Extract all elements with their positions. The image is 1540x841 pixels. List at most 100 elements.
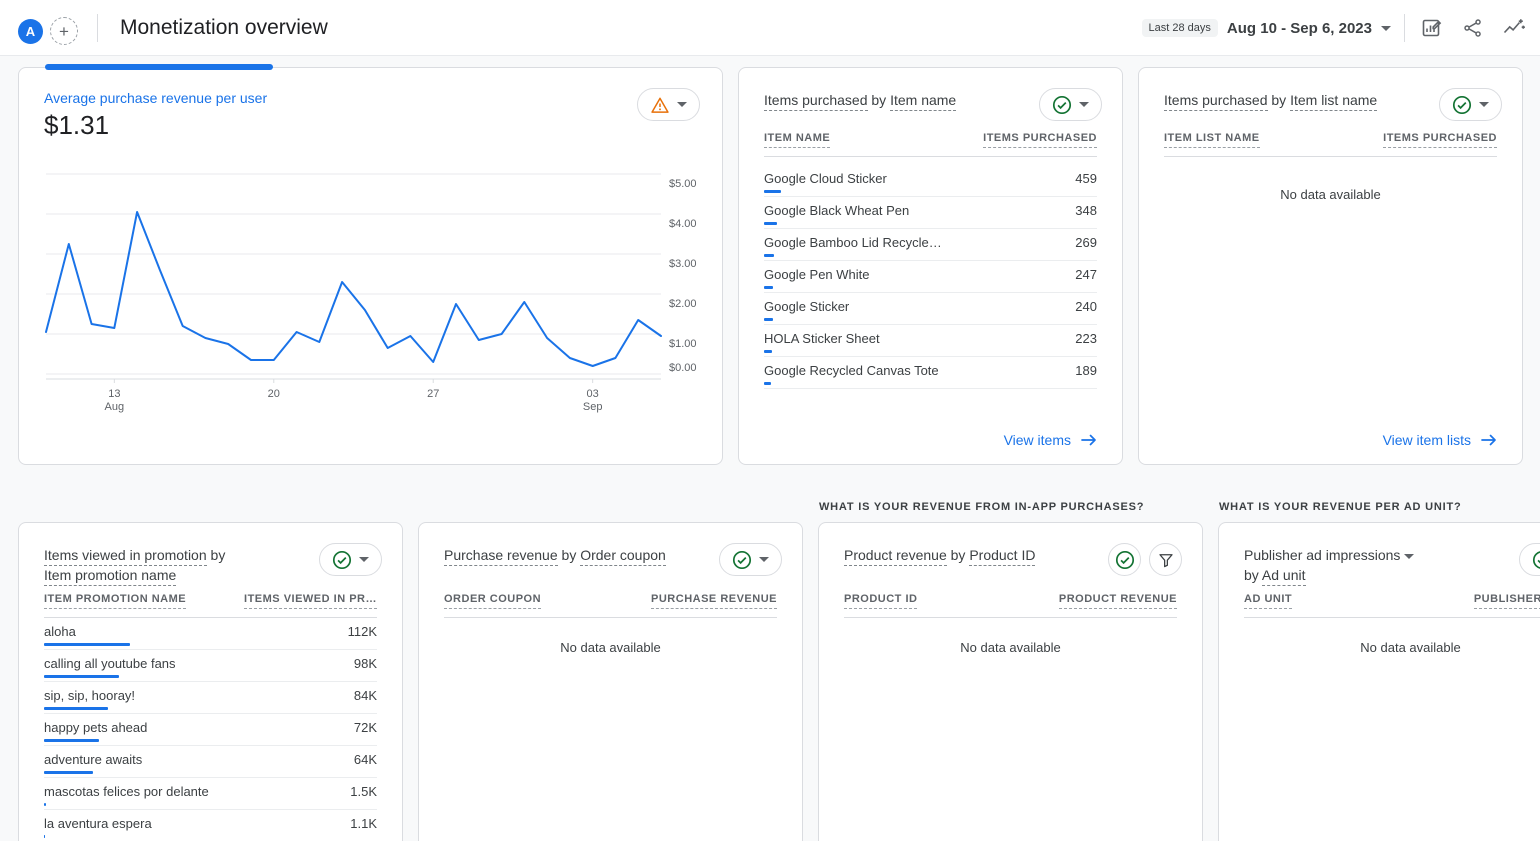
card-title: Items purchased by Item name <box>764 88 956 110</box>
row-name: Google Black Wheat Pen <box>764 203 909 218</box>
no-data-issues-button[interactable] <box>1108 543 1141 576</box>
no-data-issues-button[interactable] <box>1519 543 1540 576</box>
card-title-part[interactable]: Items viewed in promotion <box>44 547 207 566</box>
ok-check-icon <box>1115 550 1135 570</box>
column-header[interactable]: ORDER COUPON <box>444 593 541 609</box>
row-value: 64K <box>354 752 377 767</box>
row-value: 223 <box>1075 331 1097 346</box>
no-data-issues-button[interactable] <box>319 543 382 576</box>
column-header[interactable]: ITEMS PURCHASED <box>983 132 1097 148</box>
chevron-down-icon <box>1404 554 1414 559</box>
row-bar <box>764 350 772 353</box>
row-name: Google Recycled Canvas Tote <box>764 363 939 378</box>
warning-icon <box>650 95 670 115</box>
card-title-part[interactable]: Product revenue <box>844 547 947 566</box>
insights-button[interactable] <box>1500 14 1528 42</box>
no-data-message: No data available <box>444 640 777 655</box>
ok-check-icon <box>1532 550 1540 570</box>
card-title-part[interactable]: Items purchased <box>1164 92 1268 111</box>
view-link-label: View item lists <box>1383 432 1471 448</box>
insights-icon <box>1502 16 1526 40</box>
view-link[interactable]: View items <box>1004 432 1097 448</box>
column-header[interactable]: PRODUCT ID <box>844 593 917 609</box>
column-header[interactable]: ITEMS VIEWED IN PR… <box>244 593 377 609</box>
metric-link[interactable]: Average purchase revenue per user <box>44 90 267 106</box>
card-title-part[interactable]: Item promotion name <box>44 567 176 586</box>
table-header: ITEM LIST NAME ITEMS PURCHASED <box>1164 132 1497 157</box>
row-value: 247 <box>1075 267 1097 282</box>
no-data-issues-button[interactable] <box>719 543 782 576</box>
table-header: AD UNIT PUBLISHER AD … <box>1244 593 1540 618</box>
no-data-issues-button[interactable] <box>1039 88 1102 121</box>
row-name: adventure awaits <box>44 752 142 767</box>
table-row: calling all youtube fans98K <box>44 650 377 682</box>
card-title-part: by <box>1244 567 1262 583</box>
customize-report-button[interactable] <box>1418 14 1446 42</box>
chevron-down-icon <box>1079 102 1089 107</box>
row-name: la aventura espera <box>44 816 152 831</box>
row-bar <box>764 254 774 257</box>
card-title: Purchase revenue by Order coupon <box>444 543 666 565</box>
add-comparison-button[interactable]: + <box>50 17 78 45</box>
divider <box>1404 14 1405 42</box>
column-header[interactable]: ITEM NAME <box>764 132 830 148</box>
row-value: 269 <box>1075 235 1097 250</box>
no-data-message: No data available <box>1164 187 1497 202</box>
chevron-down-icon <box>1381 26 1391 31</box>
card-title-part[interactable]: Product ID <box>969 547 1035 566</box>
table-row: Google Pen White247 <box>764 261 1097 293</box>
items-purchased-by-item-list-name-card: Items purchased by Item list nameITEM LI… <box>1138 67 1523 465</box>
table-row: la aventura espera 1.1K <box>44 810 377 841</box>
svg-text:$4.00: $4.00 <box>669 218 697 230</box>
card-title-part[interactable]: Item list name <box>1290 92 1377 111</box>
column-header[interactable]: AD UNIT <box>1244 593 1292 609</box>
table-row: Google Sticker240 <box>764 293 1097 325</box>
column-header[interactable]: ITEM PROMOTION NAME <box>44 593 186 609</box>
share-report-button[interactable] <box>1459 14 1487 42</box>
card-title-part[interactable]: Order coupon <box>580 547 666 566</box>
column-header[interactable]: PURCHASE REVENUE <box>651 593 777 609</box>
column-header[interactable]: PUBLISHER AD … <box>1474 593 1540 609</box>
column-header[interactable]: ITEM LIST NAME <box>1164 132 1260 148</box>
data-quality-warning-button[interactable] <box>637 88 700 121</box>
table-row: HOLA Sticker Sheet 223 <box>764 325 1097 357</box>
filter-icon <box>1157 551 1175 569</box>
column-header[interactable]: PRODUCT REVENUE <box>1059 593 1177 609</box>
row-value: 459 <box>1075 171 1097 186</box>
row-value: 1.1K <box>350 816 377 831</box>
share-icon <box>1462 17 1484 39</box>
row-name: aloha <box>44 624 76 639</box>
row-name: mascotas felices por delante <box>44 784 209 799</box>
no-data-issues-button[interactable] <box>1439 88 1502 121</box>
card-title-part[interactable]: Items purchased <box>764 92 868 111</box>
chevron-down-icon <box>359 557 369 562</box>
ok-check-icon <box>1452 95 1472 115</box>
metric-selector-caret[interactable] <box>1404 546 1414 562</box>
customize-report-icon <box>1420 16 1444 40</box>
table-row: Google Bamboo Lid Recycle…269 <box>764 229 1097 261</box>
line-chart[interactable]: $0.00$1.00$2.00$3.00$4.00$5.0013Aug20270… <box>19 160 724 460</box>
filter-button[interactable] <box>1149 543 1182 576</box>
row-bar <box>44 835 45 838</box>
no-data-message: No data available <box>844 640 1177 655</box>
view-link[interactable]: View item lists <box>1383 432 1497 448</box>
row-name: HOLA Sticker Sheet <box>764 331 880 346</box>
avatar[interactable]: A <box>18 19 43 44</box>
row-value: 1.5K <box>350 784 377 799</box>
card-title-part[interactable]: Item name <box>890 92 956 111</box>
card-title-part[interactable]: Ad unit <box>1262 567 1306 586</box>
items-purchased-by-item-name-card: Items purchased by Item name ITEM NAME ITE… <box>738 67 1123 465</box>
table-row: sip, sip, hooray!84K <box>44 682 377 714</box>
row-bar <box>44 675 119 678</box>
row-name: sip, sip, hooray! <box>44 688 135 703</box>
svg-text:$2.00: $2.00 <box>669 298 697 310</box>
column-header[interactable]: ITEMS PURCHASED <box>1383 132 1497 148</box>
card-title-part[interactable]: Purchase revenue <box>444 547 558 566</box>
svg-text:$0.00: $0.00 <box>669 362 697 374</box>
date-range-picker[interactable]: Last 28 days Aug 10 - Sep 6, 2023 <box>1142 19 1391 37</box>
row-value: 112K <box>348 624 377 639</box>
date-range-text: Aug 10 - Sep 6, 2023 <box>1227 20 1372 37</box>
row-value: 98K <box>354 656 377 671</box>
purchase-revenue-by-order-coupon-card: Purchase revenue by Order coupon ORDER CO… <box>418 522 803 841</box>
svg-text:$3.00: $3.00 <box>669 258 697 270</box>
